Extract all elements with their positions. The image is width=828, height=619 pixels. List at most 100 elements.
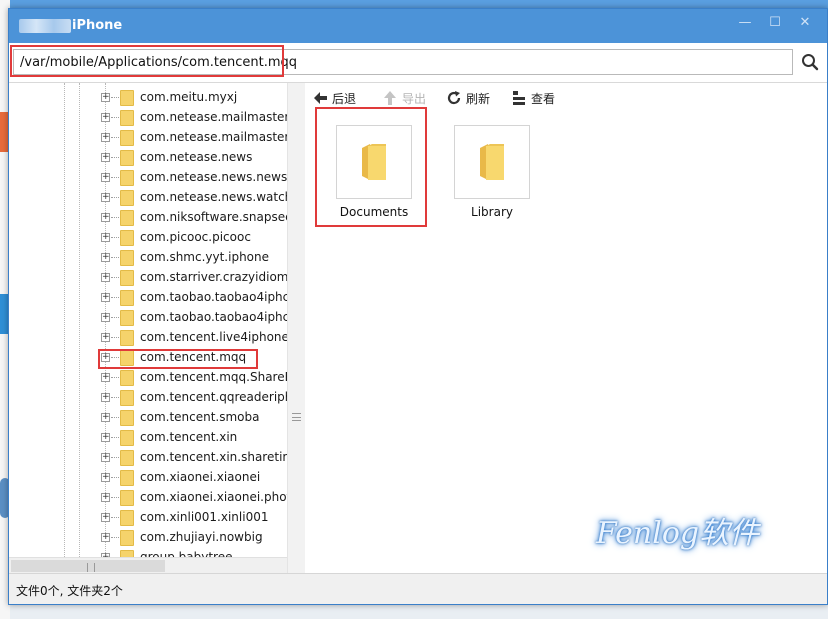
- expand-icon[interactable]: +: [101, 493, 110, 502]
- tree-item[interactable]: + com.tencent.mqq: [9, 348, 289, 368]
- folder-icon: [120, 290, 134, 306]
- scrollbar-thumb[interactable]: [11, 560, 165, 572]
- expand-icon[interactable]: +: [101, 133, 110, 142]
- expand-icon[interactable]: +: [101, 213, 110, 222]
- back-button[interactable]: 后退: [312, 88, 356, 108]
- tree-connector: [111, 137, 119, 138]
- expand-icon[interactable]: +: [101, 353, 110, 362]
- desktop-top-strip: [0, 0, 828, 8]
- tree-item[interactable]: + com.niksoftware.snapsee: [9, 208, 293, 228]
- folder-icon: [120, 410, 134, 426]
- tree-item[interactable]: + com.xinli001.xinli001: [9, 508, 289, 528]
- tree-item-label: com.starriver.crazyidiom: [140, 270, 289, 284]
- tree-item[interactable]: + com.xiaonei.xiaonei: [9, 468, 289, 488]
- folder-icon: [480, 144, 504, 180]
- title-bar[interactable]: iPhone — ☐ ✕: [9, 9, 827, 43]
- view-button[interactable]: 查看: [511, 88, 555, 108]
- tree-connector: [111, 237, 119, 238]
- export-button[interactable]: 导出: [382, 88, 426, 108]
- expand-icon[interactable]: +: [101, 253, 110, 262]
- tree-item[interactable]: + com.zhujiayi.nowbig: [9, 528, 289, 548]
- tree-item[interactable]: + com.starriver.crazyidiom: [9, 268, 289, 288]
- folder-icon: [120, 490, 134, 506]
- tree-item-label: com.tencent.smoba: [140, 410, 260, 424]
- file-label: Documents: [339, 205, 409, 219]
- tree-item-label: com.meitu.myxj: [140, 90, 238, 104]
- tree-connector: [111, 397, 119, 398]
- tree-item-label: com.taobao.taobao4iphc: [140, 290, 290, 304]
- expand-icon[interactable]: +: [101, 153, 110, 162]
- expand-icon[interactable]: +: [101, 393, 110, 402]
- tree-item[interactable]: + com.tencent.mqq.ShareEx: [9, 368, 299, 388]
- folder-icon: [120, 250, 134, 266]
- export-label: 导出: [402, 91, 427, 106]
- folder-icon: [120, 430, 134, 446]
- refresh-button[interactable]: 刷新: [446, 88, 490, 108]
- close-button[interactable]: ✕: [791, 13, 819, 35]
- expand-icon[interactable]: +: [101, 93, 110, 102]
- expand-icon[interactable]: +: [101, 333, 110, 342]
- folder-icon: [120, 330, 134, 346]
- expand-icon[interactable]: +: [101, 313, 110, 322]
- tree-item-label: com.shmc.yyt.iphone: [140, 250, 270, 264]
- expand-icon[interactable]: +: [101, 193, 110, 202]
- expand-icon[interactable]: +: [101, 293, 110, 302]
- tree-connector: [111, 477, 119, 478]
- tree-item-label: com.tencent.xin: [140, 430, 238, 444]
- minimize-button[interactable]: —: [731, 13, 759, 35]
- tree-item[interactable]: + com.tencent.smoba: [9, 408, 289, 428]
- path-input[interactable]: [13, 49, 793, 75]
- tree-item-label: com.netease.mailmaster: [140, 110, 290, 124]
- tree-connector: [111, 277, 119, 278]
- tree-item[interactable]: + com.netease.news.newsb: [9, 168, 295, 188]
- status-bar: 文件0个, 文件夹2个: [9, 573, 827, 604]
- tree-item[interactable]: + com.netease.mailmaster.s: [9, 128, 298, 148]
- tree-item-label: com.tencent.mqq.ShareEx: [140, 370, 300, 384]
- splitter-grip-icon: [292, 413, 301, 421]
- folder-icon: [120, 350, 134, 366]
- tree-item[interactable]: + com.taobao.taobao4iphc: [9, 308, 289, 328]
- tree-connector: [111, 157, 119, 158]
- tree-connector: [111, 257, 119, 258]
- expand-icon[interactable]: +: [101, 533, 110, 542]
- file-item-library[interactable]: Library: [442, 119, 532, 223]
- tree-item[interactable]: + com.netease.news.watchk: [9, 188, 299, 208]
- tree-item[interactable]: + com.taobao.taobao4iphc: [9, 288, 289, 308]
- tree-item[interactable]: + com.netease.news: [9, 148, 289, 168]
- expand-icon[interactable]: +: [101, 433, 110, 442]
- folder-icon: [120, 170, 134, 186]
- expand-icon[interactable]: +: [101, 273, 110, 282]
- horizontal-scrollbar[interactable]: [9, 557, 304, 573]
- expand-icon[interactable]: +: [101, 233, 110, 242]
- expand-icon[interactable]: +: [101, 173, 110, 182]
- expand-icon[interactable]: +: [101, 513, 110, 522]
- tree-item[interactable]: + com.picooc.picooc: [9, 228, 289, 248]
- tree-item[interactable]: + com.tencent.xin.sharetime: [9, 448, 301, 468]
- tree-item[interactable]: + com.tencent.live4iphone: [9, 328, 289, 348]
- tree-item[interactable]: + com.tencent.xin: [9, 428, 289, 448]
- expand-icon[interactable]: +: [101, 113, 110, 122]
- expand-icon[interactable]: +: [101, 373, 110, 382]
- file-thumbnail: [454, 125, 530, 199]
- pane-splitter[interactable]: [287, 83, 305, 573]
- tree-item[interactable]: + com.tencent.qqreaderiph: [9, 388, 293, 408]
- expand-icon[interactable]: +: [101, 473, 110, 482]
- folder-icon: [120, 230, 134, 246]
- file-label: Library: [471, 205, 513, 219]
- maximize-button[interactable]: ☐: [761, 13, 789, 35]
- tree-connector: [111, 217, 119, 218]
- expand-icon[interactable]: +: [101, 453, 110, 462]
- export-arrow-icon: [384, 91, 396, 105]
- tree-connector: [111, 117, 119, 118]
- tree-item[interactable]: + com.netease.mailmaster: [9, 108, 289, 128]
- address-bar: [9, 43, 827, 83]
- search-button[interactable]: [796, 49, 824, 75]
- tree-item[interactable]: + com.shmc.yyt.iphone: [9, 248, 289, 268]
- expand-icon[interactable]: +: [101, 413, 110, 422]
- scrollbar-grip-icon: [87, 563, 95, 572]
- tree-item-label: com.tencent.qqreaderiph: [140, 390, 293, 404]
- tree-item[interactable]: + com.meitu.myxj: [9, 88, 289, 108]
- tree-item[interactable]: + com.xiaonei.xiaonei.photo: [9, 488, 299, 508]
- file-item-documents[interactable]: Documents: [324, 119, 414, 223]
- folder-tree[interactable]: + com.meitu.myxj + com.netease.mailmaster + c…: [9, 83, 305, 573]
